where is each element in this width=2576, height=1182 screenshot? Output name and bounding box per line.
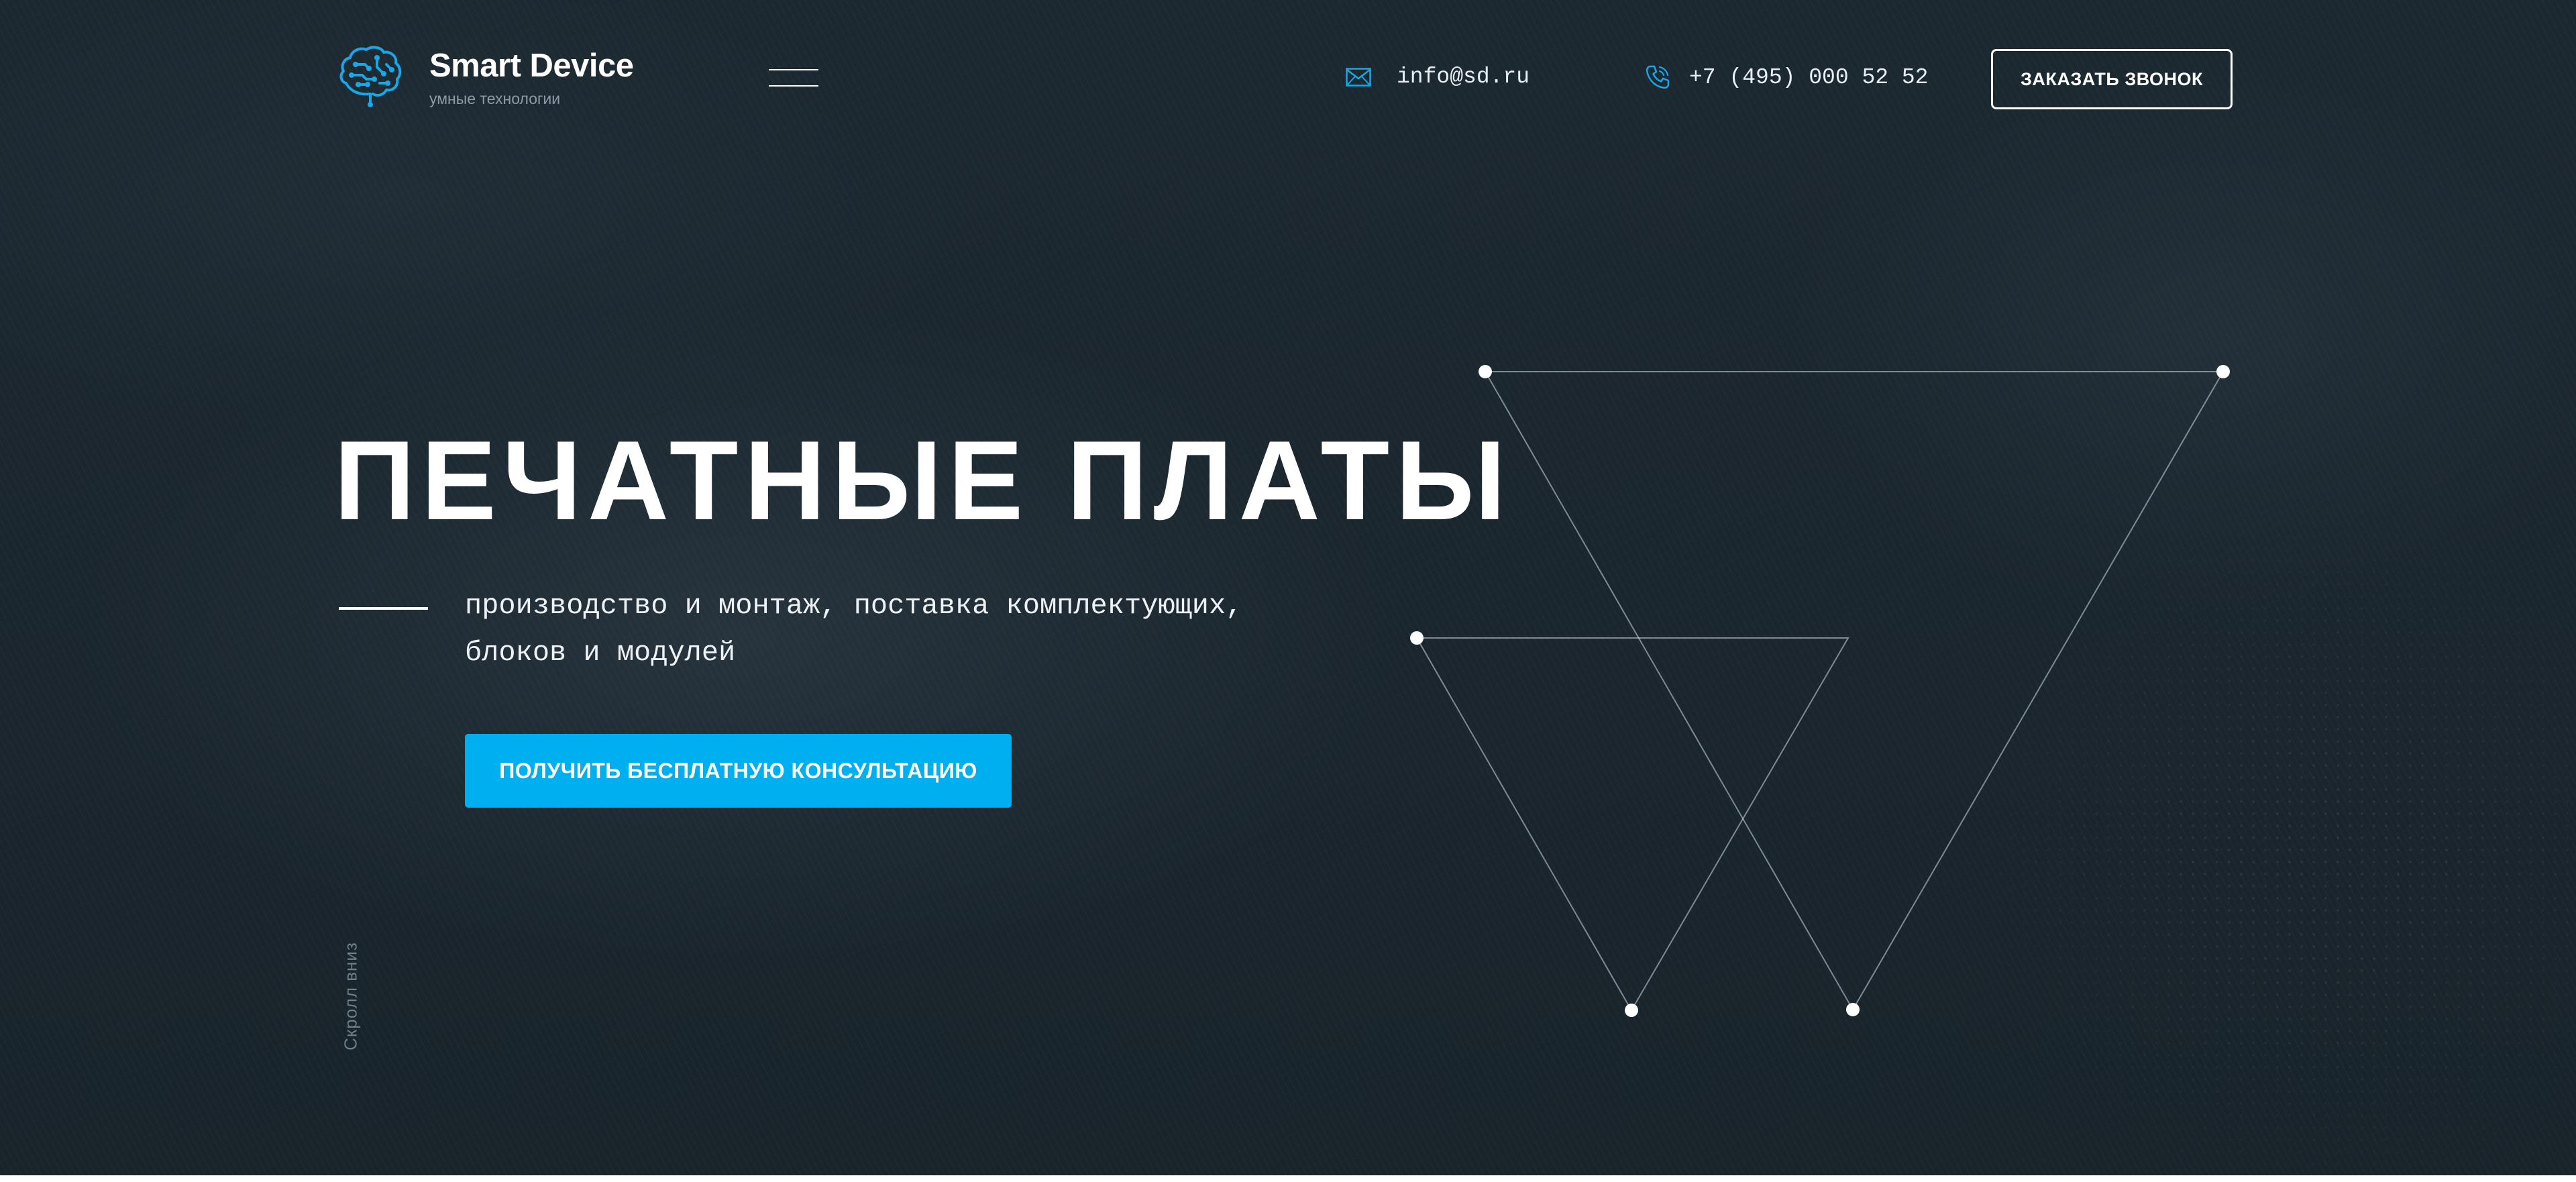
order-call-button[interactable]: ЗАКАЗАТЬ ЗВОНОК (1991, 49, 2233, 109)
scroll-down-label: Скролл вниз (340, 942, 361, 1051)
logo-title: Smart Device (429, 47, 634, 84)
email-text: info@sd.ru (1397, 64, 1530, 89)
phone-link[interactable]: +7 (495) 000 52 52 (1645, 64, 1928, 90)
logo-subtitle: умные технологии (429, 90, 561, 108)
brain-circuit-icon (339, 46, 402, 107)
small-triangle (1416, 637, 1849, 1012)
burger-icon (769, 69, 818, 70)
large-triangle (1485, 371, 2224, 1011)
burger-menu-button[interactable] (769, 69, 818, 87)
graphic-node (2216, 365, 2230, 378)
hero-subtitle: производство и монтаж, поставка комплект… (465, 590, 1243, 669)
graphic-node (1846, 1003, 1860, 1016)
envelope-icon (1346, 67, 1371, 87)
free-consultation-button[interactable]: ПОЛУЧИТЬ БЕСПЛАТНУЮ КОНСУЛЬТАЦИЮ (465, 734, 1012, 808)
burger-icon-line (769, 85, 818, 87)
graphic-node (1625, 1004, 1638, 1017)
hero-divider (339, 607, 428, 610)
email-link[interactable]: info@sd.ru (1346, 64, 1529, 89)
hero-title: ПЕЧАТНЫЕ ПЛАТЫ (334, 417, 1512, 543)
phone-text: +7 (495) 000 52 52 (1689, 64, 1929, 90)
background-dot-pattern (1945, 470, 2576, 1174)
page: Smart Device умные технологии info@sd.ru… (0, 0, 2576, 1182)
logo-text: Smart Device умные технологии (429, 47, 634, 108)
graphic-node (1479, 365, 1492, 378)
bottom-strip (0, 1175, 2576, 1182)
logo-link[interactable]: Smart Device умные технологии (335, 42, 634, 115)
graphic-node (1410, 631, 1424, 645)
phone-icon (1646, 65, 1670, 89)
scroll-down-link[interactable]: Скролл вниз (341, 932, 361, 1060)
